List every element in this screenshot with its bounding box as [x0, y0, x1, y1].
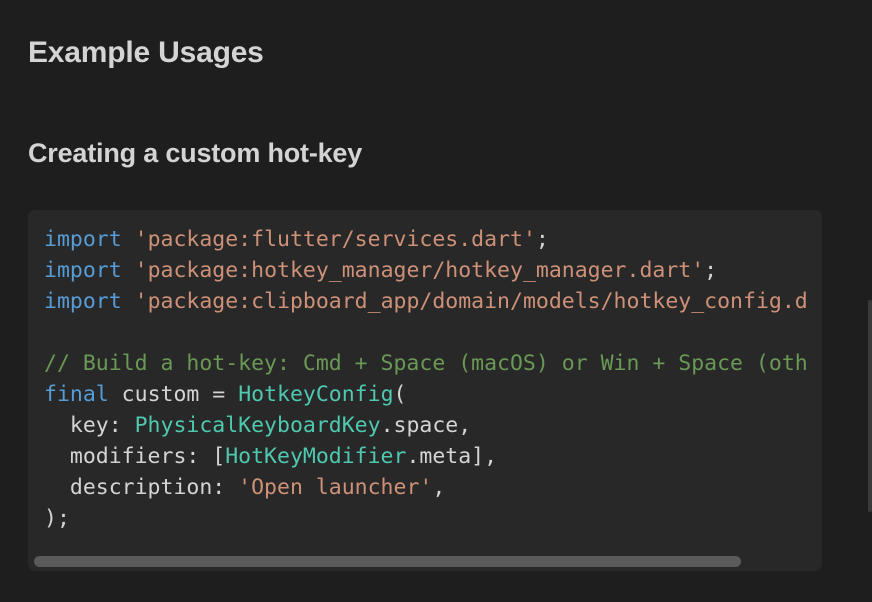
- code-token-plain-text: .meta],: [406, 444, 498, 469]
- code-token-keyword: import: [44, 227, 122, 252]
- code-token-plain-text: [122, 227, 135, 252]
- code-token-string-literal: 'package:flutter/services.dart': [134, 227, 536, 252]
- code-token-keyword: import: [44, 289, 122, 314]
- code-line: );: [44, 503, 822, 534]
- code-line: import 'package:clipboard_app/domain/mod…: [44, 286, 822, 317]
- code-token-plain-text: ;: [704, 258, 718, 283]
- code-token-plain-text: [122, 289, 135, 314]
- code-token-keyword: import: [44, 258, 122, 283]
- code-token-plain-text: custom =: [108, 382, 239, 407]
- code-token-plain-text: (: [393, 382, 407, 407]
- code-token-plain-text: description:: [44, 475, 239, 500]
- code-token-keyword: final: [44, 382, 109, 407]
- code-token-plain-text: ,: [432, 475, 446, 500]
- code-line: // Build a hot-key: Cmd + Space (macOS) …: [44, 348, 822, 379]
- code-scroll-area[interactable]: import 'package:flutter/services.dart'; i…: [44, 224, 822, 541]
- code-token-string-literal: 'Open launcher': [238, 475, 433, 500]
- code-token-string-literal: 'package:hotkey_manager/hotkey_manager.d…: [134, 258, 705, 283]
- code-line: key: PhysicalKeyboardKey.space,: [44, 410, 822, 441]
- code-token-plain-text: ;: [535, 227, 549, 252]
- code-token-plain-text: modifiers: [: [44, 444, 226, 469]
- code-token-string-literal: 'package:clipboard_app/domain/models/hot…: [134, 289, 808, 314]
- code-block: import 'package:flutter/services.dart'; i…: [28, 210, 822, 571]
- code-line: final custom = HotkeyConfig(: [44, 379, 822, 410]
- code-line: import 'package:flutter/services.dart';: [44, 224, 822, 255]
- code-token-plain-text: );: [44, 506, 70, 531]
- code-token-type-name: HotkeyConfig: [238, 382, 394, 407]
- code-token-comment: // Build a hot-key: Cmd + Space (macOS) …: [44, 351, 808, 376]
- page-scrollbar[interactable]: [868, 300, 872, 512]
- subsection-heading: Creating a custom hot-key: [28, 138, 363, 168]
- code-line: description: 'Open launcher',: [44, 472, 822, 503]
- code-line: import 'package:hotkey_manager/hotkey_ma…: [44, 255, 822, 286]
- section-heading: Example Usages: [28, 36, 264, 69]
- code-token-type-name: HotKeyModifier: [225, 444, 407, 469]
- code-token-plain-text: [122, 258, 135, 283]
- code-line: modifiers: [HotKeyModifier.meta],: [44, 441, 822, 472]
- code-content: import 'package:flutter/services.dart'; i…: [44, 224, 822, 534]
- code-horizontal-scrollbar[interactable]: [28, 551, 822, 571]
- scrollbar-thumb[interactable]: [34, 556, 741, 567]
- code-token-plain-text: .space,: [380, 413, 472, 438]
- code-token-plain-text: key:: [44, 413, 135, 438]
- code-token-type-name: PhysicalKeyboardKey: [134, 413, 381, 438]
